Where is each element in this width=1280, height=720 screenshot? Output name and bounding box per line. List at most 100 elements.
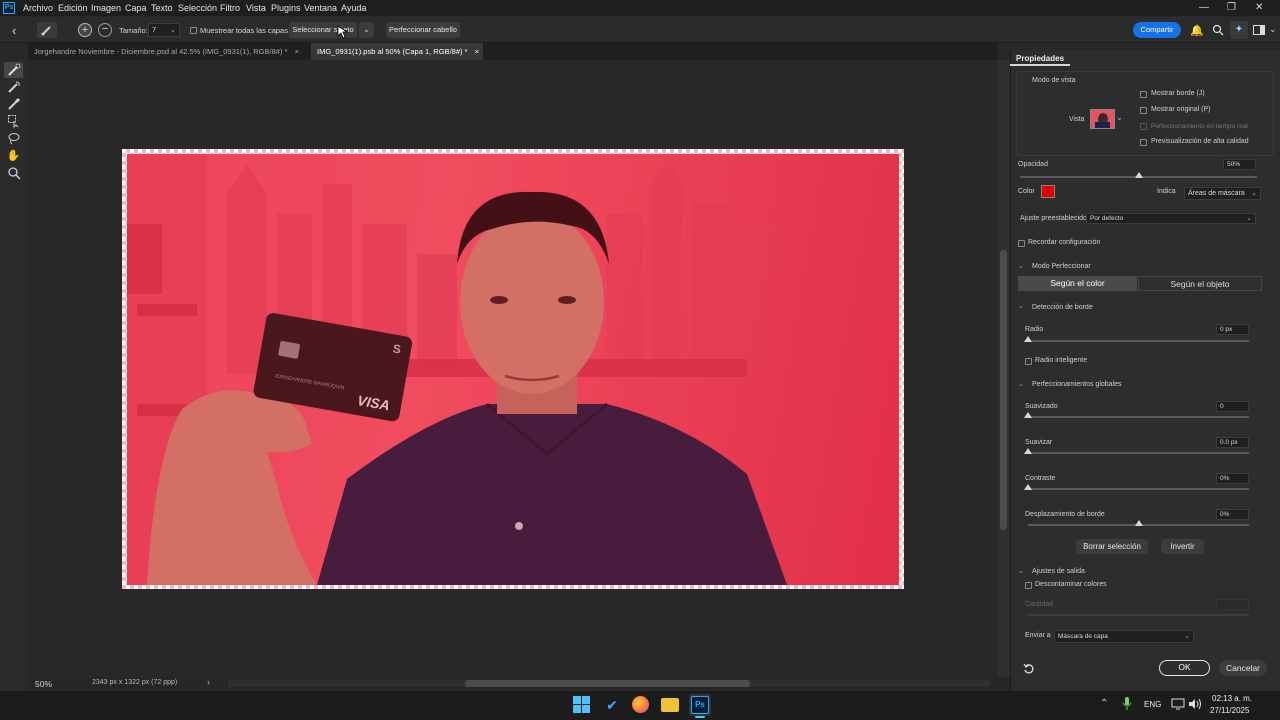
feather-slider[interactable] bbox=[1028, 452, 1249, 454]
windows-start-icon[interactable] bbox=[573, 696, 590, 713]
object-selection-icon[interactable] bbox=[7, 114, 21, 128]
ok-button[interactable]: OK bbox=[1159, 660, 1210, 676]
collapse-chevron-icon[interactable]: ⌄ bbox=[1018, 302, 1024, 310]
opacity-field[interactable]: 50% bbox=[1223, 159, 1256, 170]
vertical-scroll-thumb[interactable] bbox=[1000, 250, 1007, 530]
smooth-field[interactable]: 0 bbox=[1216, 401, 1249, 412]
collapse-chevron-icon[interactable]: ⌄ bbox=[1018, 567, 1024, 575]
radius-field[interactable]: 0 px bbox=[1216, 324, 1249, 335]
collapse-chevron-icon[interactable]: ⌄ bbox=[1018, 380, 1024, 388]
volume-icon[interactable] bbox=[1188, 698, 1202, 710]
size-input[interactable]: 7 ⌄ bbox=[148, 23, 180, 37]
file-explorer-icon[interactable] bbox=[661, 698, 679, 712]
bell-icon[interactable]: 🔔 bbox=[1190, 24, 1204, 37]
preset-value: Por defecto bbox=[1090, 215, 1124, 222]
smooth-slider-thumb[interactable] bbox=[1024, 412, 1032, 418]
contrast-field[interactable]: 0% bbox=[1216, 473, 1249, 484]
vertical-scrollbar[interactable] bbox=[998, 60, 1010, 677]
menu-texto[interactable]: Texto bbox=[151, 3, 173, 13]
back-icon[interactable]: ‹ bbox=[12, 23, 16, 38]
radius-slider-thumb[interactable] bbox=[1024, 336, 1032, 342]
network-icon[interactable] bbox=[1171, 698, 1185, 710]
document-image[interactable]: VISA JORGEHANDRE MARROQUIN S bbox=[122, 149, 904, 589]
clear-selection-button[interactable]: Borrar selección bbox=[1076, 539, 1148, 554]
shift-edge-field[interactable]: 0% bbox=[1216, 509, 1249, 520]
mode-color-button[interactable]: Según el color bbox=[1018, 276, 1137, 291]
active-app-indicator bbox=[695, 716, 705, 718]
invert-button[interactable]: Invertir bbox=[1161, 539, 1204, 554]
contrast-slider-thumb[interactable] bbox=[1024, 484, 1032, 490]
output-settings-title: Ajustes de salida bbox=[1032, 568, 1085, 575]
smart-radius-checkbox[interactable] bbox=[1025, 358, 1032, 365]
search-icon[interactable] bbox=[1212, 24, 1224, 36]
menu-filtro[interactable]: Filtro bbox=[220, 3, 240, 13]
view-mode-thumbnail[interactable] bbox=[1090, 109, 1115, 129]
firefox-icon[interactable] bbox=[632, 696, 649, 713]
show-edge-checkbox[interactable] bbox=[1140, 91, 1147, 98]
restore-icon[interactable]: ❐ bbox=[1227, 2, 1236, 13]
smooth-slider[interactable] bbox=[1028, 416, 1249, 418]
menu-seleccion[interactable]: Selección bbox=[178, 3, 217, 13]
refine-hair-button[interactable]: Perfeccionar cabello bbox=[386, 22, 460, 38]
tab-jorgehandre-psd[interactable]: Jorgehandre Noviembre - Diciembre.psd al… bbox=[28, 43, 310, 60]
feather-slider-thumb[interactable] bbox=[1024, 448, 1032, 454]
send-to-dropdown[interactable]: Máscara de capa ⌄ bbox=[1054, 630, 1194, 643]
todo-app-icon[interactable]: ✔ bbox=[603, 696, 621, 714]
show-original-checkbox[interactable] bbox=[1140, 107, 1147, 114]
view-chevron-icon[interactable]: ⌄ bbox=[1116, 113, 1123, 122]
mode-object-button[interactable]: Según el objeto bbox=[1138, 276, 1262, 291]
share-button[interactable]: Compartir bbox=[1133, 22, 1181, 38]
hq-preview-checkbox[interactable] bbox=[1140, 139, 1147, 146]
tab-img-0931-psb[interactable]: IMG_0931(1).psb al 50% (Capa 1, RGB/8#) … bbox=[311, 43, 483, 60]
opacity-slider-thumb[interactable] bbox=[1134, 172, 1143, 178]
send-to-label: Enviar a bbox=[1025, 632, 1051, 639]
contrast-slider[interactable] bbox=[1028, 488, 1249, 490]
minimize-icon[interactable]: — bbox=[1199, 2, 1209, 13]
subtract-from-selection-icon[interactable]: − bbox=[98, 23, 112, 37]
horizontal-scrollbar[interactable] bbox=[228, 680, 990, 687]
brush-preset-button[interactable] bbox=[37, 22, 57, 38]
select-subject-dropdown-icon[interactable]: ⌄ bbox=[359, 22, 374, 38]
close-icon[interactable]: ✕ bbox=[1255, 2, 1263, 13]
clock-date[interactable]: 27/11/2025 bbox=[1210, 706, 1249, 715]
preset-dropdown[interactable]: Por defecto ⌄ bbox=[1086, 213, 1256, 224]
collapse-chevron-icon[interactable]: ⌄ bbox=[1018, 262, 1024, 270]
menu-ayuda[interactable]: Ayuda bbox=[341, 3, 366, 13]
tab-close-icon[interactable]: × bbox=[295, 47, 299, 56]
microphone-icon[interactable] bbox=[1122, 697, 1132, 711]
discover-icon[interactable]: ✦ bbox=[1230, 21, 1248, 39]
hand-icon[interactable]: ✋ bbox=[6, 149, 21, 164]
menu-plugins[interactable]: Plugins bbox=[271, 3, 301, 13]
radius-slider[interactable] bbox=[1028, 340, 1249, 342]
menu-archivo[interactable]: Archivo bbox=[23, 3, 53, 13]
cancel-button[interactable]: Cancelar bbox=[1219, 660, 1267, 676]
menu-capa[interactable]: Capa bbox=[125, 3, 147, 13]
quick-selection-icon[interactable] bbox=[7, 63, 21, 77]
menu-vista[interactable]: Vista bbox=[246, 3, 266, 13]
clock-time[interactable]: 02:13 a. m. bbox=[1212, 694, 1252, 703]
brush-tool-icon[interactable] bbox=[7, 97, 21, 111]
chevron-up-icon[interactable]: ⌃ bbox=[1100, 698, 1108, 709]
lasso-icon[interactable] bbox=[7, 131, 21, 145]
shift-edge-slider-thumb[interactable] bbox=[1134, 520, 1143, 526]
remember-checkbox[interactable] bbox=[1018, 240, 1025, 247]
reset-icon[interactable] bbox=[1023, 663, 1035, 675]
zoom-icon[interactable] bbox=[7, 166, 21, 180]
menu-imagen[interactable]: Imagen bbox=[91, 3, 121, 13]
workspace-icon[interactable] bbox=[1253, 25, 1265, 35]
sample-all-layers-checkbox[interactable] bbox=[190, 27, 197, 34]
menu-ventana[interactable]: Ventana bbox=[304, 3, 337, 13]
tab-close-icon[interactable]: × bbox=[475, 47, 479, 56]
language-indicator[interactable]: ENG bbox=[1144, 700, 1161, 709]
status-chevron-icon[interactable]: › bbox=[207, 677, 210, 687]
horizontal-scroll-thumb[interactable] bbox=[465, 680, 750, 687]
zoom-level[interactable]: 50% bbox=[35, 679, 52, 689]
mask-color-swatch[interactable] bbox=[1041, 185, 1055, 198]
workspace-chevron-icon[interactable]: ⌄ bbox=[1269, 24, 1277, 35]
menu-edicion[interactable]: Edición bbox=[58, 3, 88, 13]
decontaminate-checkbox[interactable] bbox=[1025, 582, 1032, 589]
add-to-selection-icon[interactable]: + bbox=[78, 23, 92, 37]
feather-field[interactable]: 0.0 px bbox=[1216, 437, 1249, 448]
indicates-dropdown[interactable]: Áreas de máscara ⌄ bbox=[1184, 187, 1261, 200]
refine-edge-brush-icon[interactable] bbox=[7, 80, 21, 94]
